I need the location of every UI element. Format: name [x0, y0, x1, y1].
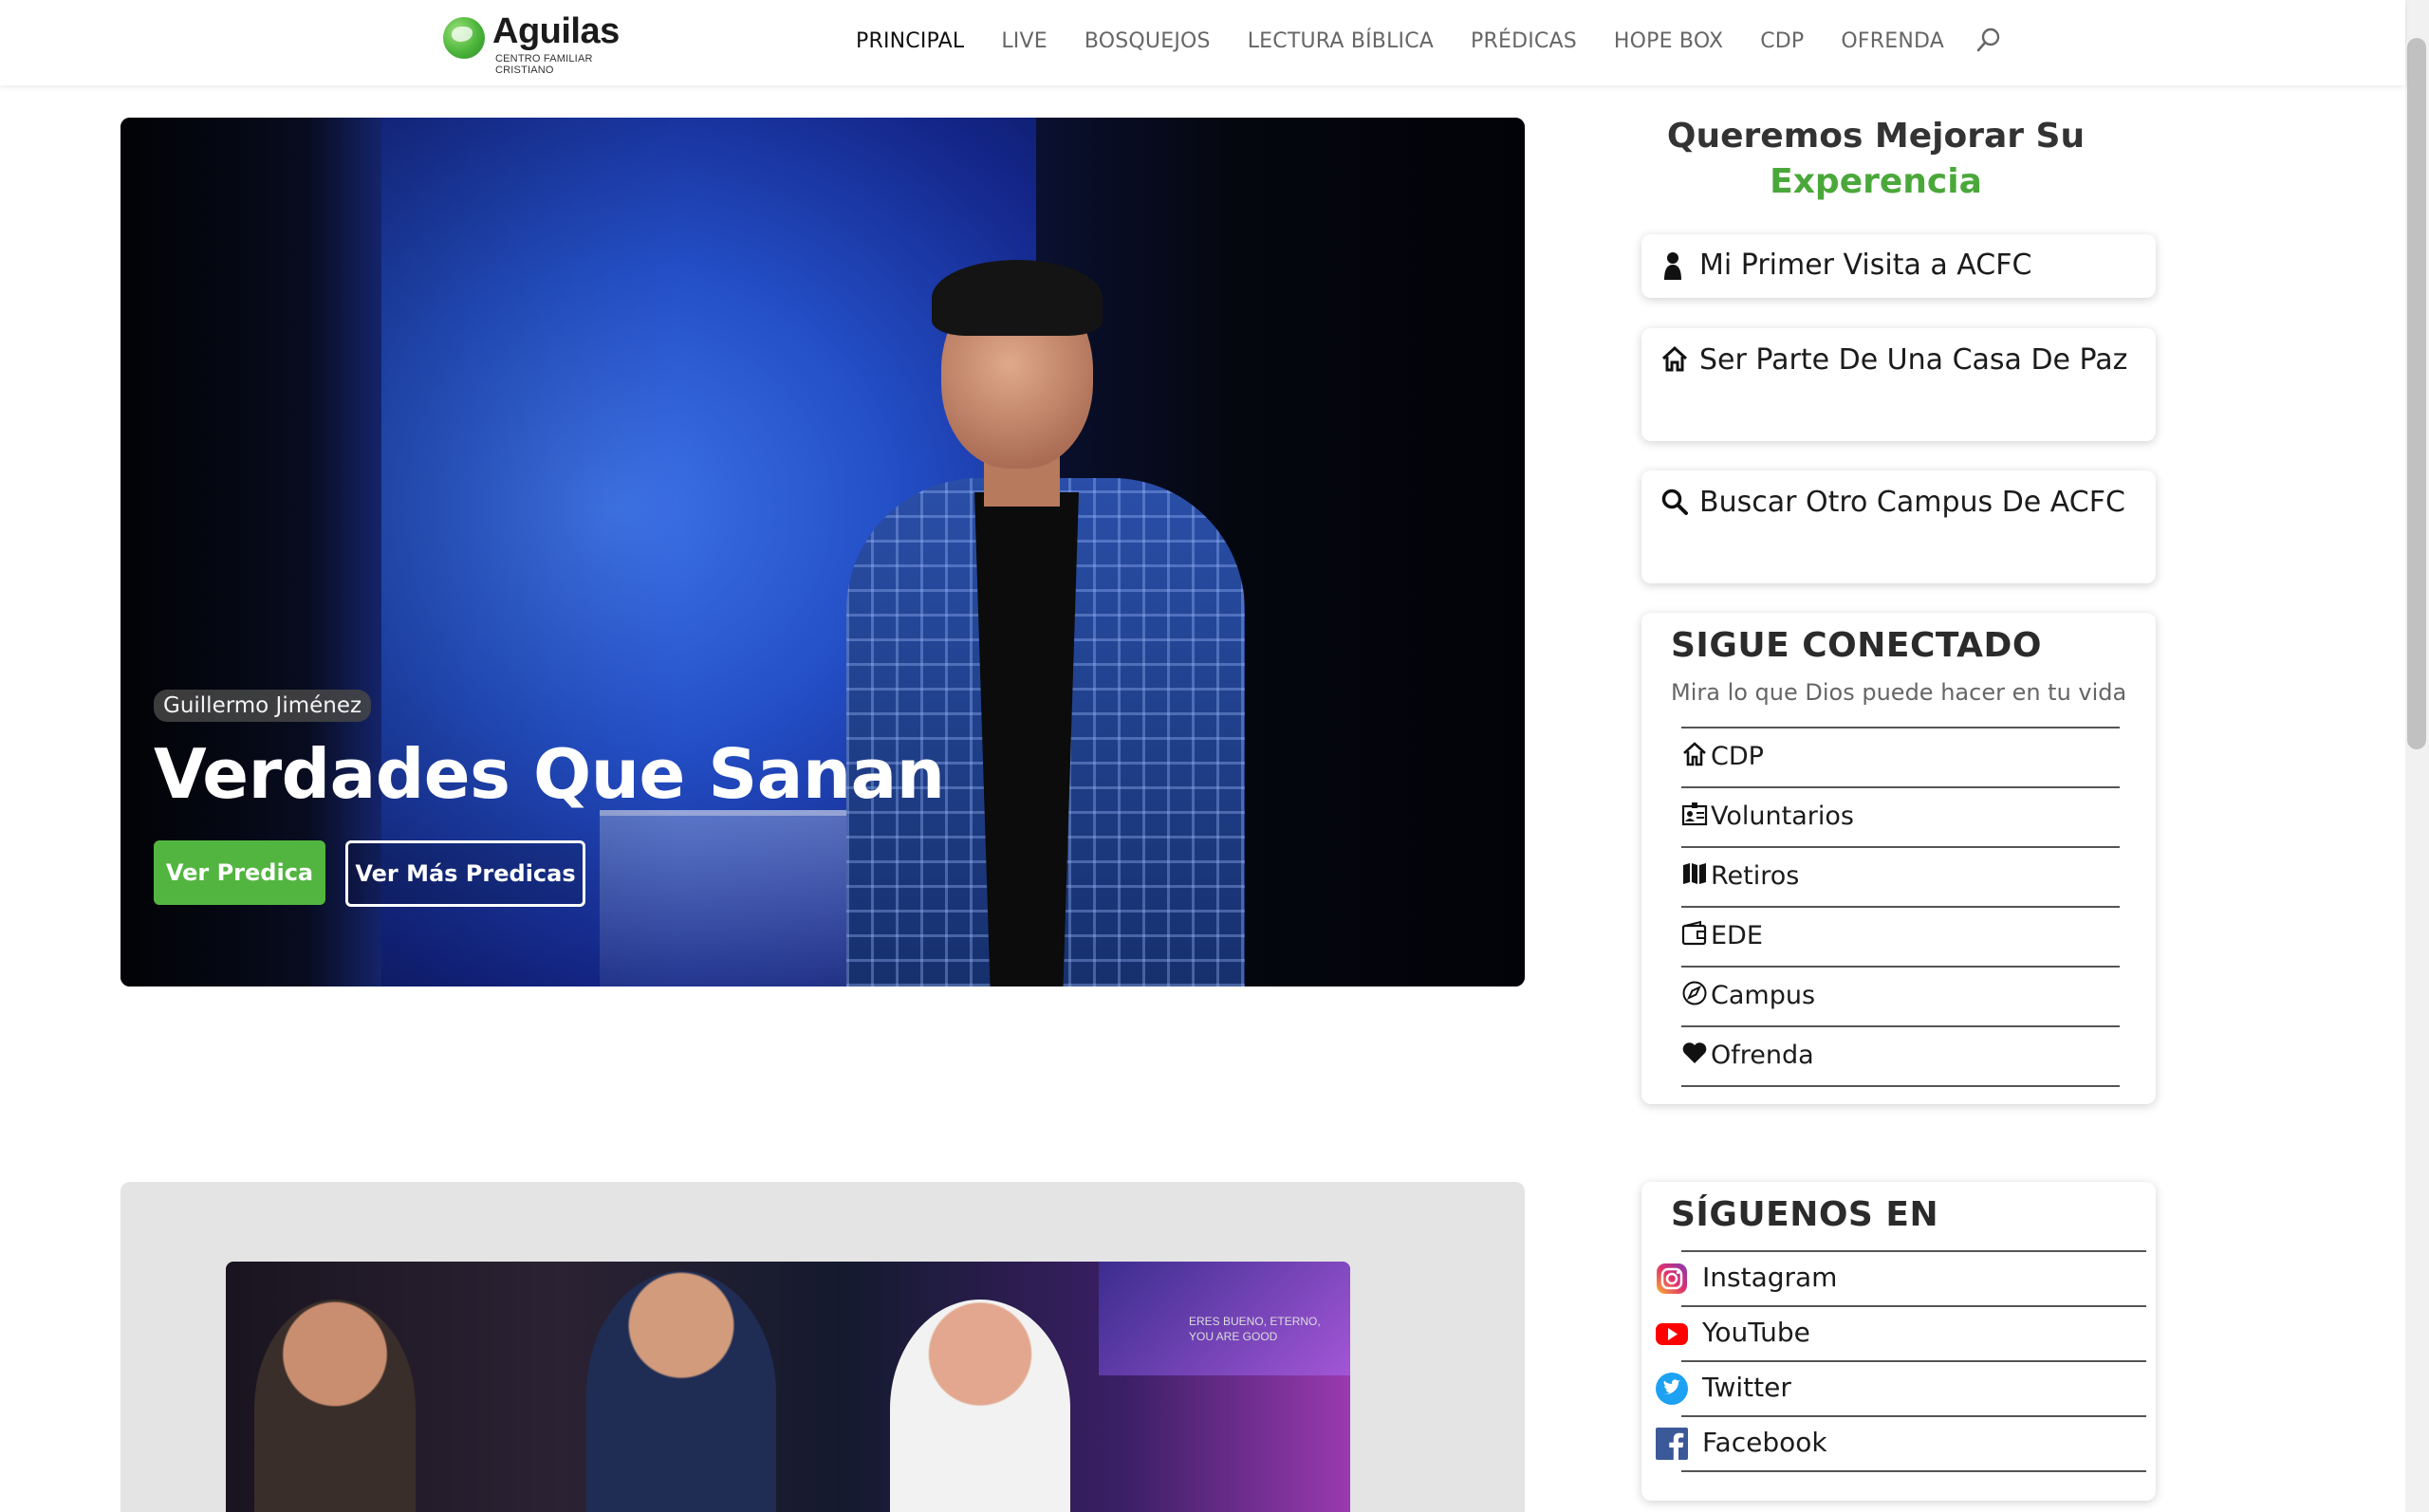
nav-cdp[interactable]: CDP [1760, 29, 1804, 53]
screen-lyrics: ERES BUENO, ETERNO, YOU ARE GOOD [1189, 1315, 1321, 1343]
social-facebook[interactable]: Facebook [1655, 1415, 2146, 1470]
experience-heading: Queremos Mejorar Su Experencia [1666, 117, 2086, 201]
logo-name: Aguilas [492, 11, 620, 51]
globe-logo-icon [443, 17, 485, 59]
facebook-icon [1655, 1427, 1689, 1461]
featured-card: ERES BUENO, ETERNO, YOU ARE GOOD [121, 1182, 1525, 1512]
sigue-conectado-panel: SIGUE CONECTADO Mira lo que Dios puede h… [1641, 613, 2156, 1104]
social-instagram[interactable]: Instagram [1655, 1250, 2146, 1305]
list-item-retiros[interactable]: Retiros [1681, 846, 2120, 906]
person-icon [1660, 251, 1685, 280]
panel-title: SÍGUENOS EN [1671, 1195, 1939, 1234]
nav-lectura-biblica[interactable]: LECTURA BÍBLICA [1248, 29, 1434, 53]
page-scrollbar-thumb[interactable] [2407, 38, 2426, 749]
ver-mas-predicas-button[interactable]: Ver Más Predicas [345, 840, 585, 907]
nav-hope-box[interactable]: HOPE BOX [1614, 29, 1723, 53]
mi-primer-visita-button[interactable]: Mi Primer Visita a ACFC [1641, 234, 2156, 298]
list-item-voluntarios[interactable]: Voluntarios [1681, 786, 2120, 846]
list-item-ede[interactable]: EDE [1681, 906, 2120, 966]
nav-predicas[interactable]: PRÉDICAS [1471, 29, 1577, 53]
buscar-campus-button[interactable]: Buscar Otro Campus De ACFC [1641, 470, 2156, 583]
compass-icon [1681, 980, 1707, 1006]
nav-live[interactable]: LIVE [1001, 29, 1048, 53]
id-card-icon [1681, 801, 1708, 827]
site-logo[interactable]: Aguilas CENTRO FAMILIAR CRISTIANO [443, 11, 642, 76]
logo-subtitle: CENTRO FAMILIAR CRISTIANO [495, 53, 593, 76]
casa-de-paz-button[interactable]: Ser Parte De Una Casa De Paz [1641, 328, 2156, 441]
connected-list: CDP Voluntarios Retiros EDE Campus Ofren… [1681, 727, 2120, 1087]
home-icon [1660, 345, 1688, 374]
nav-bosquejos[interactable]: BOSQUEJOS [1085, 29, 1211, 53]
panel-title: SIGUE CONECTADO [1671, 626, 2043, 665]
map-icon [1681, 860, 1706, 887]
siguenos-panel: SÍGUENOS EN Instagram YouTube Twitter Fa… [1641, 1182, 2156, 1501]
nav-principal[interactable]: PRINCIPAL [856, 29, 964, 53]
home-icon [1681, 741, 1706, 767]
featured-card-image[interactable]: ERES BUENO, ETERNO, YOU ARE GOOD [226, 1262, 1350, 1512]
twitter-icon [1655, 1372, 1689, 1406]
wallet-icon [1681, 920, 1707, 947]
nav-ofrenda[interactable]: OFRENDA [1841, 29, 1944, 53]
social-youtube[interactable]: YouTube [1655, 1305, 2146, 1360]
youtube-icon [1655, 1317, 1689, 1351]
list-item-cdp[interactable]: CDP [1681, 727, 2120, 786]
site-header: Aguilas CENTRO FAMILIAR CRISTIANO PRINCI… [0, 0, 2405, 85]
hero-banner: Guillermo Jiménez Verdades Que Sanan Ver… [121, 118, 1525, 986]
panel-subtitle: Mira lo que Dios puede hacer en tu vida [1671, 679, 2127, 706]
instagram-icon [1655, 1262, 1689, 1296]
ver-predica-button[interactable]: Ver Predica [154, 840, 325, 905]
list-item-campus[interactable]: Campus [1681, 966, 2120, 1025]
search-icon [1660, 488, 1688, 516]
social-list: Instagram YouTube Twitter Facebook [1655, 1250, 2146, 1474]
speaker-badge: Guillermo Jiménez [154, 690, 372, 722]
list-item-ofrenda[interactable]: Ofrenda [1681, 1025, 2120, 1087]
sermon-title: Verdades Que Sanan [154, 734, 945, 814]
main-nav: PRINCIPAL LIVE BOSQUEJOS LECTURA BÍBLICA… [856, 27, 2004, 55]
heart-icon [1681, 1040, 1707, 1066]
social-twitter[interactable]: Twitter [1655, 1360, 2146, 1415]
search-icon[interactable] [1975, 27, 2004, 55]
